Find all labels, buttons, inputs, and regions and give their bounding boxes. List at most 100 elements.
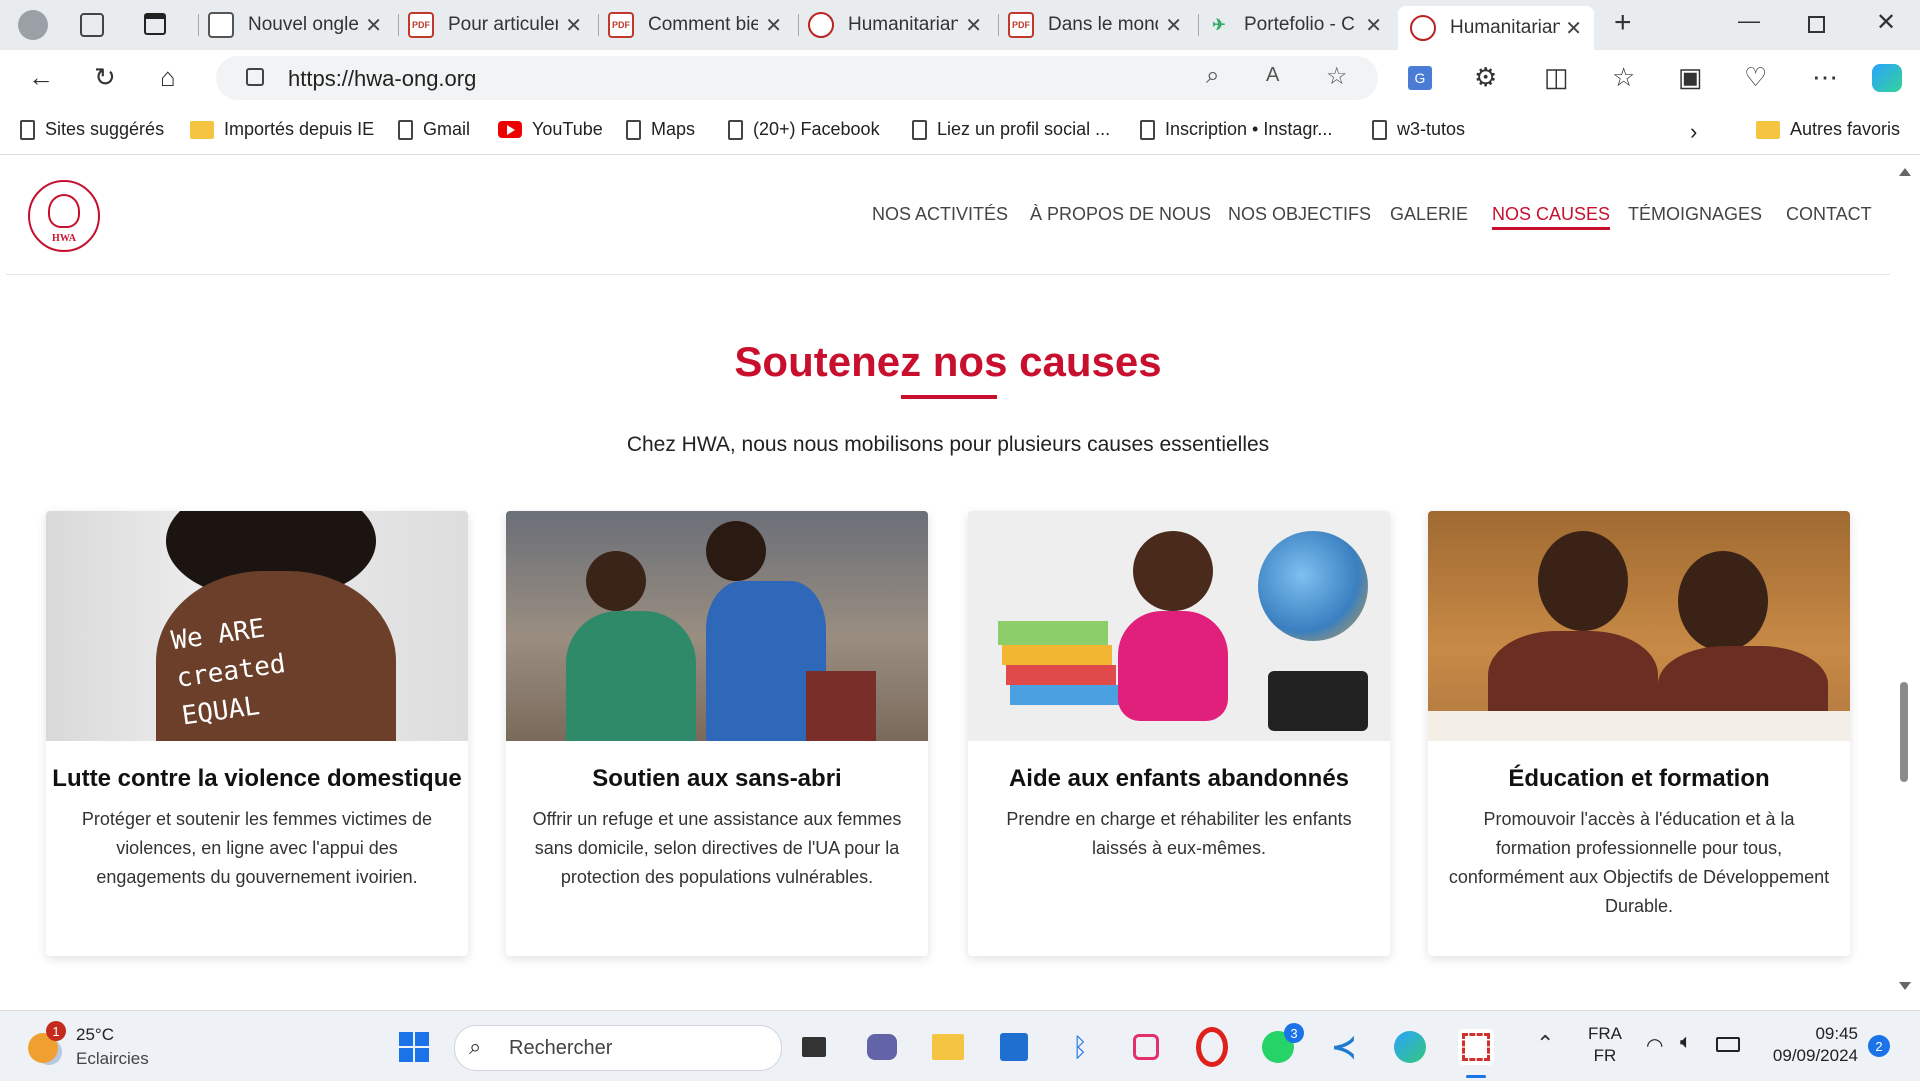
close-icon[interactable]: ✕	[565, 13, 582, 38]
instagram-icon[interactable]	[1128, 1029, 1164, 1065]
profile-avatar[interactable]	[18, 10, 48, 40]
language-indicator[interactable]: FRA FR	[1584, 1023, 1626, 1067]
cause-card[interactable]: We ARE created EQUAL Lutte contre la vio…	[46, 511, 468, 956]
tab-1[interactable]: Nouvel onglet ✕	[208, 6, 394, 44]
nav-a-propos[interactable]: À PROPOS DE NOUS	[1030, 204, 1211, 225]
hwa-logo-icon	[808, 12, 834, 38]
address-bar[interactable]: https://hwa-ong.org ⌕ A ☆	[216, 56, 1378, 100]
scroll-up-icon[interactable]	[1899, 168, 1911, 176]
scroll-thumb[interactable]	[1900, 682, 1908, 782]
microsoft-store-icon[interactable]	[996, 1029, 1032, 1065]
hwa-logo[interactable]: HWA	[28, 180, 100, 252]
tab-5[interactable]: PDF Dans le monde ✕	[1008, 6, 1194, 44]
restore-button[interactable]	[1808, 16, 1825, 33]
bluetooth-icon[interactable]: ᛒ	[1062, 1029, 1098, 1065]
page-scrollbar[interactable]	[1890, 160, 1920, 1005]
hwa-logo-icon	[1410, 15, 1436, 41]
nav-temoignages[interactable]: TÉMOIGNAGES	[1628, 204, 1762, 225]
taskbar-search[interactable]: ⌕ Rechercher	[454, 1025, 782, 1071]
workspaces-icon[interactable]	[80, 13, 104, 37]
more-icon[interactable]: ⋯	[1812, 62, 1838, 93]
active-app-indicator	[1466, 1075, 1486, 1078]
chevron-up-icon[interactable]: ⌃	[1536, 1031, 1554, 1057]
bookmark-item[interactable]: Liez un profil social ...	[912, 119, 1110, 140]
nav-contact[interactable]: CONTACT	[1786, 204, 1872, 225]
refresh-icon[interactable]: ↻	[94, 62, 116, 93]
cause-card[interactable]: Soutien aux sans-abri Offrir un refuge e…	[506, 511, 928, 956]
windows-start-icon[interactable]	[396, 1029, 432, 1065]
back-icon[interactable]: ←	[28, 62, 54, 93]
scroll-down-icon[interactable]	[1899, 982, 1911, 990]
bookmark-item[interactable]: (20+) Facebook	[728, 119, 880, 140]
bookmark-item[interactable]: Maps	[626, 119, 695, 140]
close-icon[interactable]: ✕	[965, 13, 982, 38]
bookmark-item[interactable]: w3-tutos	[1372, 119, 1465, 140]
browser-toolbar: ← ↻ ⌂ https://hwa-ong.org ⌕ A ☆ G ⚙ ◫ ☆ …	[0, 50, 1920, 108]
bookmark-label: Liez un profil social ...	[937, 119, 1111, 139]
favorite-star-icon[interactable]: ☆	[1326, 62, 1348, 91]
tab-7-active[interactable]: Humanitarian ✕	[1398, 6, 1594, 50]
tab-3[interactable]: PDF Comment bien ✕	[608, 6, 794, 44]
clock[interactable]: 09:45 09/09/2024	[1758, 1023, 1858, 1067]
favorites-icon[interactable]: ☆	[1612, 62, 1635, 93]
nav-objectifs[interactable]: NOS OBJECTIFS	[1228, 204, 1371, 225]
browser-essentials-icon[interactable]: ♡	[1744, 62, 1767, 93]
teams-icon[interactable]	[864, 1029, 900, 1065]
notification-badge[interactable]: 2	[1868, 1035, 1890, 1057]
read-aloud-icon[interactable]: A	[1266, 64, 1279, 87]
chevron-right-icon[interactable]: ›	[1690, 119, 1697, 145]
zoom-out-icon[interactable]: ⌕	[1206, 62, 1219, 90]
cause-card[interactable]: Aide aux enfants abandonnés Prendre en c…	[968, 511, 1390, 956]
close-icon[interactable]: ✕	[1565, 16, 1582, 41]
bookmark-item[interactable]: Sites suggérés	[20, 119, 164, 140]
other-favorites[interactable]: Autres favoris	[1756, 119, 1900, 140]
opera-icon[interactable]	[1194, 1027, 1230, 1067]
tab-title: Humanitarian	[1450, 17, 1560, 38]
close-icon[interactable]: ✕	[1365, 13, 1382, 38]
bookmark-item[interactable]: YouTube	[498, 119, 603, 140]
card-text: Protéger et soutenir les femmes victimes…	[81, 809, 433, 887]
wifi-icon[interactable]: ◠	[1646, 1033, 1663, 1058]
snipping-tool-icon[interactable]	[1458, 1029, 1494, 1065]
new-tab-icon	[208, 12, 234, 38]
new-tab-button[interactable]: +	[1614, 6, 1632, 40]
nav-activites[interactable]: NOS ACTIVITÉS	[872, 204, 1008, 225]
card-image-children	[968, 511, 1390, 741]
close-icon[interactable]: ✕	[365, 13, 382, 38]
logo-text: HWA	[52, 233, 76, 244]
bookmark-item[interactable]: Importés depuis IE	[190, 119, 374, 140]
bookmark-item[interactable]: Inscription • Instagr...	[1140, 119, 1332, 140]
battery-icon[interactable]	[1716, 1037, 1740, 1052]
url-text[interactable]: https://hwa-ong.org	[288, 66, 476, 92]
web-page: HWA NOS ACTIVITÉS À PROPOS DE NOUS NOS O…	[6, 160, 1890, 1005]
home-icon[interactable]: ⌂	[160, 62, 176, 93]
file-explorer-icon[interactable]	[930, 1029, 966, 1065]
volume-icon[interactable]: 🔈︎	[1680, 1031, 1692, 1054]
nav-galerie[interactable]: GALERIE	[1390, 204, 1468, 225]
cause-card[interactable]: Éducation et formation Promouvoir l'accè…	[1428, 511, 1850, 956]
copilot-icon[interactable]	[1872, 64, 1902, 92]
collections-icon[interactable]: ▣	[1678, 62, 1703, 93]
tab-4[interactable]: Humanitarian ✕	[808, 6, 994, 44]
bookmark-item[interactable]: Gmail	[398, 119, 470, 140]
split-screen-icon[interactable]: ◫	[1544, 62, 1569, 93]
task-view-icon[interactable]	[796, 1029, 832, 1065]
close-window-button[interactable]: ✕	[1876, 8, 1896, 37]
bookmark-label: Gmail	[423, 119, 471, 139]
folder-icon	[190, 120, 214, 139]
lock-icon[interactable]	[246, 68, 264, 86]
clock-date: 09/09/2024	[1772, 1046, 1858, 1065]
extensions-icon[interactable]: ⚙	[1474, 62, 1497, 93]
minimize-button[interactable]: —	[1738, 8, 1760, 34]
weather-widget[interactable]: 1 25°C Eclaircies	[24, 1021, 174, 1071]
edge-icon[interactable]	[1392, 1029, 1428, 1065]
tab-6[interactable]: ✈ Portefolio - C ✕	[1208, 6, 1394, 44]
close-icon[interactable]: ✕	[765, 13, 782, 38]
translate-icon[interactable]: G	[1408, 66, 1432, 90]
bookmark-label: YouTube	[532, 119, 603, 139]
close-icon[interactable]: ✕	[1165, 13, 1182, 38]
tab-2[interactable]: PDF Pour articuler ✕	[408, 6, 594, 44]
vertical-tabs-icon[interactable]	[144, 13, 166, 35]
nav-causes[interactable]: NOS CAUSES	[1492, 204, 1611, 230]
vscode-icon[interactable]: ≺	[1326, 1029, 1362, 1065]
